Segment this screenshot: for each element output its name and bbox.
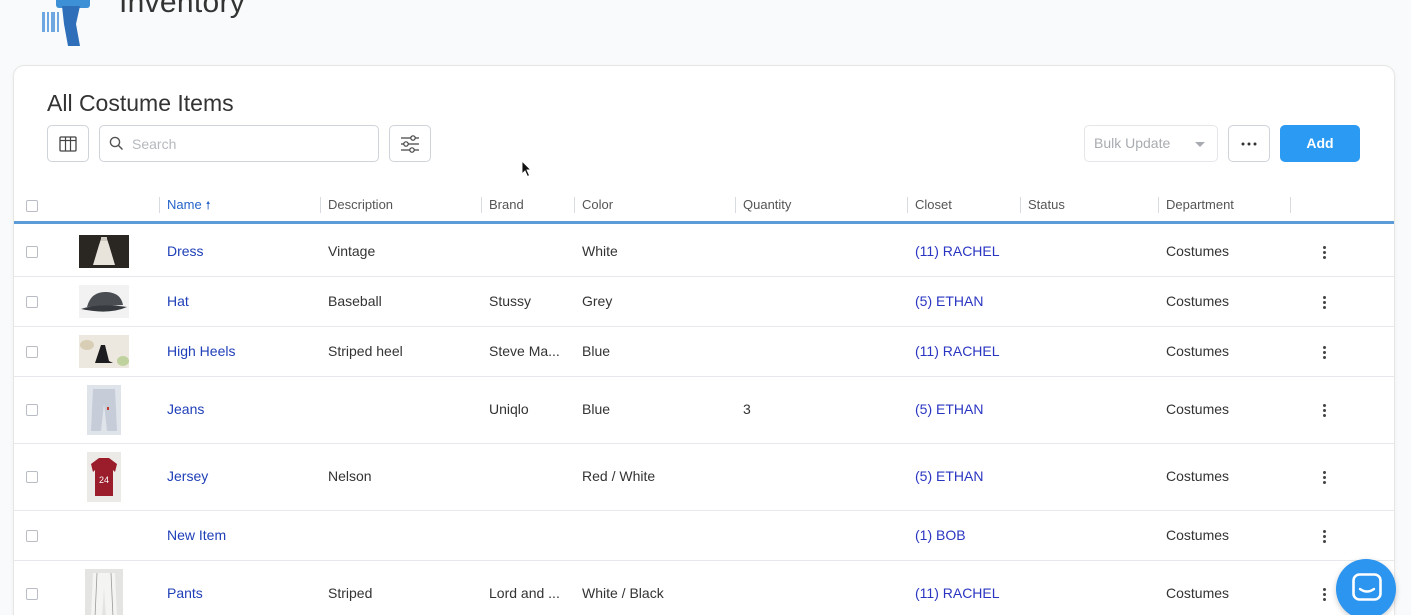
item-photo [79, 235, 129, 268]
item-department: Costumes [1166, 527, 1230, 543]
item-closet-link[interactable]: (11) RACHEL [915, 585, 1000, 601]
search-box[interactable] [99, 125, 379, 162]
item-description: Nelson [328, 468, 372, 484]
column-divider [1290, 197, 1291, 213]
item-description: Vintage [328, 243, 376, 259]
item-name-link[interactable]: Hat [167, 293, 189, 309]
column-header-status[interactable]: Status [1020, 186, 1065, 224]
item-photo: 24 [87, 452, 121, 502]
item-closet-link[interactable]: (11) RACHEL [915, 243, 1000, 259]
search-icon [109, 136, 124, 151]
column-header-department[interactable]: Department [1158, 186, 1234, 224]
table-row[interactable]: Hat Baseball Stussy Grey (5) ETHAN Costu… [14, 277, 1394, 327]
sort-up-icon: 🠕 [205, 200, 211, 212]
app-header: Inventory [0, 0, 1411, 60]
item-name-link[interactable]: Pants [167, 585, 203, 601]
column-header-name[interactable]: Name 🠕 [158, 186, 211, 224]
filter-button[interactable] [389, 125, 431, 162]
item-color: Blue [582, 401, 611, 417]
item-photo [85, 569, 123, 615]
table-row[interactable]: 24 Jersey Nelson Red / White (5) ETHAN C… [14, 444, 1394, 511]
search-input[interactable] [132, 126, 372, 161]
column-header-closet[interactable]: Closet [907, 186, 952, 224]
more-options-button[interactable] [1228, 125, 1270, 162]
item-description: Striped heel [328, 343, 403, 359]
item-department: Costumes [1166, 468, 1230, 484]
more-vertical-icon[interactable] [1323, 346, 1327, 360]
item-department: Costumes [1166, 293, 1230, 309]
row-checkbox[interactable] [26, 346, 38, 358]
svg-text:24: 24 [99, 475, 109, 485]
more-horizontal-icon [1241, 142, 1257, 145]
item-photo [87, 385, 121, 435]
row-checkbox[interactable] [26, 246, 38, 258]
item-closet-link[interactable]: (11) RACHEL [915, 343, 1000, 359]
item-color: Blue [582, 343, 611, 359]
item-quantity: 3 [743, 401, 751, 417]
bulk-update-label: Bulk Update [1094, 135, 1171, 151]
column-header-description[interactable]: Description [319, 186, 393, 224]
item-name-link[interactable]: Dress [167, 243, 204, 259]
item-department: Costumes [1166, 401, 1230, 417]
item-color: White [582, 243, 618, 259]
column-header-brand[interactable]: Brand [481, 186, 524, 224]
add-button[interactable]: Add [1280, 125, 1360, 162]
column-header-quantity[interactable]: Quantity [734, 186, 791, 224]
item-name-link[interactable]: High Heels [167, 343, 235, 359]
inventory-card: All Costume Items Bulk Update [14, 66, 1394, 615]
columns-icon [59, 135, 77, 152]
columns-button[interactable] [47, 125, 89, 162]
more-vertical-icon[interactable] [1323, 296, 1327, 310]
item-closet-link[interactable]: (5) ETHAN [915, 468, 983, 484]
row-checkbox[interactable] [26, 530, 38, 542]
item-color: Grey [582, 293, 613, 309]
item-photo [79, 285, 129, 318]
table-row[interactable]: Jeans Uniqlo Blue 3 (5) ETHAN Costumes [14, 377, 1394, 444]
item-department: Costumes [1166, 243, 1230, 259]
bulk-update-dropdown[interactable]: Bulk Update [1084, 125, 1218, 162]
chat-launcher-button[interactable] [1336, 559, 1396, 615]
item-photo [79, 335, 129, 368]
chevron-down-icon [1195, 142, 1205, 147]
item-brand: Lord and ... [489, 585, 560, 601]
more-vertical-icon[interactable] [1323, 588, 1327, 602]
more-vertical-icon[interactable] [1323, 246, 1327, 260]
page-title: All Costume Items [47, 90, 234, 116]
select-all-checkbox[interactable] [26, 200, 38, 212]
item-closet-link[interactable]: (1) BOB [915, 527, 966, 543]
item-brand: Steve Ma... [489, 343, 560, 359]
item-description: Baseball [328, 293, 382, 309]
item-description: Striped [328, 585, 373, 601]
row-checkbox[interactable] [26, 588, 38, 600]
item-color: Red / White [582, 468, 656, 484]
more-vertical-icon[interactable] [1323, 471, 1327, 485]
item-name-link[interactable]: Jeans [167, 401, 204, 417]
table-row[interactable]: High Heels Striped heel Steve Ma... Blue… [14, 327, 1394, 377]
filter-sliders-icon [401, 134, 419, 153]
row-checkbox[interactable] [26, 471, 38, 483]
item-department: Costumes [1166, 585, 1230, 601]
more-vertical-icon[interactable] [1323, 404, 1327, 418]
chat-icon [1352, 573, 1382, 601]
item-closet-link[interactable]: (5) ETHAN [915, 401, 983, 417]
item-brand: Uniqlo [489, 401, 529, 417]
row-checkbox[interactable] [26, 296, 38, 308]
item-department: Costumes [1166, 343, 1230, 359]
table-header: Name 🠕 Description Brand Color Quantity C… [14, 186, 1394, 224]
table-row[interactable]: Pants Striped Lord and ... White / Black… [14, 561, 1394, 615]
item-brand: Stussy [489, 293, 532, 309]
table-row[interactable]: New Item (1) BOB Costumes [14, 511, 1394, 561]
item-closet-link[interactable]: (5) ETHAN [915, 293, 983, 309]
barcode-scanner-logo-icon [42, 0, 90, 46]
item-name-link[interactable]: New Item [167, 527, 226, 543]
table-row[interactable]: Dress Vintage White (11) RACHEL Costumes [14, 227, 1394, 277]
column-header-color[interactable]: Color [573, 186, 613, 224]
app-title: Inventory [119, 0, 246, 19]
item-color: White / Black [582, 585, 664, 601]
row-checkbox[interactable] [26, 404, 38, 416]
item-name-link[interactable]: Jersey [167, 468, 208, 484]
more-vertical-icon[interactable] [1323, 530, 1327, 544]
mouse-cursor-icon [521, 160, 533, 178]
